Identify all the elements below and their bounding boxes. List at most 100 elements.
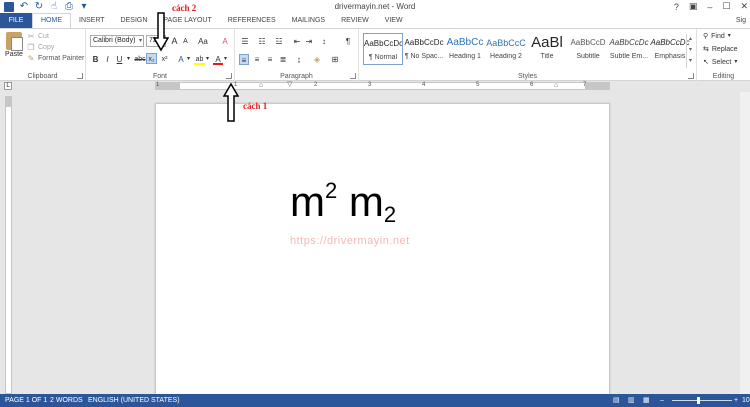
first-line-indent-marker-icon[interactable]: ▽ xyxy=(287,80,292,88)
word-count[interactable]: 2 WORDS xyxy=(50,394,83,407)
style-sample: AaBbCcDc xyxy=(364,39,402,48)
sign-in-link[interactable]: Sig xyxy=(736,13,746,28)
style-name: ¶ Normal xyxy=(368,54,398,61)
bold-button[interactable]: B xyxy=(91,54,100,65)
justify-icon[interactable]: ≣ xyxy=(278,54,288,65)
numbering-icon[interactable]: ☷ xyxy=(256,36,268,47)
highlight-dropdown-icon[interactable]: ▾ xyxy=(205,54,210,65)
style-heading-1[interactable]: AaBbCc Heading 1 xyxy=(445,33,485,65)
paste-button[interactable]: Paste xyxy=(3,32,25,58)
highlight-button[interactable]: ab xyxy=(194,54,205,65)
ruler-number: 1 xyxy=(156,82,160,88)
multilevel-list-icon[interactable]: ☳ xyxy=(273,36,285,47)
font-name-combo[interactable]: Calibri (Body) ▾ xyxy=(90,35,144,47)
increase-indent-icon[interactable]: ⇥ xyxy=(304,36,314,47)
sort-icon[interactable]: ↕ xyxy=(319,36,329,47)
zoom-out-icon[interactable]: – xyxy=(660,394,664,407)
maximize-icon[interactable]: ☐ xyxy=(722,1,730,12)
document-page[interactable]: m2 m2 https://drivermayin.net xyxy=(155,103,610,398)
select-button[interactable]: ↖ Select ▾ xyxy=(703,57,737,68)
italic-button[interactable]: I xyxy=(103,54,112,65)
style-sample: AaBbCcD xyxy=(570,38,606,47)
style-subtitle[interactable]: AaBbCcD Subtitle xyxy=(568,33,608,65)
align-center-icon[interactable]: ≡ xyxy=(252,54,262,65)
tab-review[interactable]: REVIEW xyxy=(333,13,377,28)
text-effects-button[interactable]: A xyxy=(176,54,186,65)
style-emphasis[interactable]: AaBbCcDc Emphasis xyxy=(650,33,690,65)
copy-button[interactable]: ❐ Copy xyxy=(27,42,84,53)
document-equation[interactable]: m2 m2 xyxy=(290,166,396,240)
styles-launcher-icon[interactable] xyxy=(688,73,694,79)
style-normal[interactable]: AaBbCcDc ¶ Normal xyxy=(363,33,403,65)
underline-button[interactable]: U xyxy=(115,54,124,65)
show-formatting-button[interactable]: ¶ xyxy=(343,36,353,47)
chevron-up-icon[interactable]: ▴ xyxy=(687,34,694,45)
more-styles-icon[interactable]: ▾ xyxy=(687,56,694,67)
font-color-button[interactable]: A xyxy=(213,54,223,65)
zoom-level[interactable]: 10 xyxy=(742,394,750,407)
vertical-scrollbar[interactable] xyxy=(740,92,750,394)
grow-font-button[interactable]: A xyxy=(170,36,179,47)
ruler-left-margin xyxy=(156,83,180,89)
tab-design[interactable]: DESIGN xyxy=(113,13,156,28)
decrease-indent-icon[interactable]: ⇤ xyxy=(292,36,302,47)
paragraph-group-label: Paragraph xyxy=(280,73,313,80)
style-subtle-emphasis[interactable]: AaBbCcDc Subtle Em... xyxy=(609,33,649,65)
right-indent-marker-icon[interactable]: ⌂ xyxy=(554,82,558,89)
tab-selector-icon[interactable]: L xyxy=(4,82,12,90)
change-case-button[interactable]: Aa xyxy=(196,36,210,47)
vertical-ruler[interactable] xyxy=(5,96,12,394)
ribbon-display-icon[interactable]: ▣ xyxy=(689,1,698,12)
chevron-down-icon: ▾ xyxy=(727,33,731,39)
underline-dropdown-icon[interactable]: ▾ xyxy=(126,54,131,65)
close-icon[interactable]: ✕ xyxy=(740,1,748,12)
style-sample: AaBl xyxy=(531,34,563,51)
help-icon[interactable]: ? xyxy=(674,2,679,12)
bullets-icon[interactable]: ☰ xyxy=(239,36,251,47)
align-left-icon[interactable]: ≡ xyxy=(239,54,249,65)
font-launcher-icon[interactable] xyxy=(226,73,232,79)
tab-view[interactable]: VIEW xyxy=(377,13,411,28)
zoom-slider[interactable] xyxy=(672,400,732,401)
style-title[interactable]: AaBl Title xyxy=(527,33,567,65)
read-mode-icon[interactable]: ▤ xyxy=(613,394,620,407)
style-sample: AaBbCcC xyxy=(486,38,526,48)
language-status[interactable]: ENGLISH (UNITED STATES) xyxy=(88,394,180,407)
replace-button[interactable]: ⇆ Replace xyxy=(703,44,738,55)
shading-icon[interactable]: ◈ xyxy=(311,54,323,65)
align-right-icon[interactable]: ≡ xyxy=(265,54,275,65)
subscript-button[interactable]: x₂ xyxy=(146,53,157,64)
find-button[interactable]: ⚲ Find ▾ xyxy=(703,31,731,42)
clear-formatting-button[interactable]: A xyxy=(220,36,230,47)
format-painter-button[interactable]: ✎ Format Painter xyxy=(27,53,85,64)
tab-mailings[interactable]: MAILINGS xyxy=(284,13,333,28)
cut-button[interactable]: ✂ Cut xyxy=(27,31,84,42)
tab-file[interactable]: FILE xyxy=(0,13,32,28)
superscript-button[interactable]: x² xyxy=(159,54,170,65)
style-heading-2[interactable]: AaBbCcC Heading 2 xyxy=(486,33,526,65)
tab-home[interactable]: HOME xyxy=(32,13,71,28)
line-spacing-icon[interactable]: ↨ xyxy=(293,54,305,65)
clipboard-launcher-icon[interactable] xyxy=(77,73,83,79)
borders-icon[interactable]: ⊞ xyxy=(329,54,341,65)
minimize-icon[interactable]: – xyxy=(707,2,712,12)
paragraph-launcher-icon[interactable] xyxy=(350,73,356,79)
strikethrough-button[interactable]: abc xyxy=(133,54,147,65)
zoom-slider-handle[interactable] xyxy=(697,397,700,404)
chevron-down-icon[interactable]: ▾ xyxy=(687,45,694,56)
style-no-spacing[interactable]: AaBbCcDc ¶ No Spac... xyxy=(404,33,444,65)
print-layout-icon[interactable]: ▥ xyxy=(628,394,635,407)
tab-insert[interactable]: INSERT xyxy=(71,13,113,28)
shrink-font-button[interactable]: A xyxy=(181,36,190,47)
tab-references[interactable]: REFERENCES xyxy=(220,13,284,28)
left-indent-marker-icon[interactable]: ⌂ xyxy=(259,82,263,89)
paste-label: Paste xyxy=(5,51,23,58)
page-count[interactable]: PAGE 1 OF 1 xyxy=(5,394,47,407)
font-color-dropdown-icon[interactable]: ▾ xyxy=(223,54,228,65)
text-effects-dropdown-icon[interactable]: ▾ xyxy=(186,54,191,65)
style-name: Emphasis xyxy=(654,53,686,60)
watermark-text: https://drivermayin.net xyxy=(290,235,410,247)
web-layout-icon[interactable]: ▦ xyxy=(643,394,650,407)
styles-gallery-scroll[interactable]: ▴ ▾ ▾ xyxy=(686,34,694,68)
zoom-in-icon[interactable]: + xyxy=(734,394,738,407)
